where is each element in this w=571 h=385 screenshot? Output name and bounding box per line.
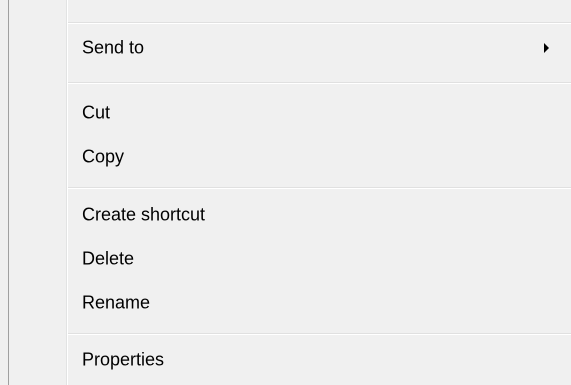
menu-separator — [68, 333, 571, 335]
chevron-right-icon — [544, 43, 549, 53]
menu-item-delete[interactable]: Delete — [68, 237, 571, 281]
menu-item-label: Properties — [82, 349, 165, 370]
context-menu: Send to Cut Copy Create shortcut Delete … — [0, 0, 571, 385]
menu-item-label: Copy — [82, 146, 125, 167]
menu-item-label: Rename — [82, 292, 151, 313]
menu-item-label: Delete — [82, 248, 135, 269]
menu-item-label: Cut — [82, 102, 111, 123]
menu-item-create-shortcut[interactable]: Create shortcut — [68, 193, 571, 237]
menu-item-cut[interactable]: Cut — [68, 91, 571, 135]
menu-item-label: Send to — [82, 37, 145, 58]
menu-separator — [68, 82, 571, 84]
menu-item-properties[interactable]: Properties — [68, 338, 571, 382]
menu-separator — [68, 187, 571, 189]
menu-item-copy[interactable]: Copy — [68, 135, 571, 179]
menu-border — [8, 0, 9, 385]
menu-item-rename[interactable]: Rename — [68, 281, 571, 325]
menu-separator — [68, 22, 571, 24]
menu-item-label: Create shortcut — [82, 204, 206, 225]
menu-item-send-to[interactable]: Send to — [68, 26, 571, 70]
